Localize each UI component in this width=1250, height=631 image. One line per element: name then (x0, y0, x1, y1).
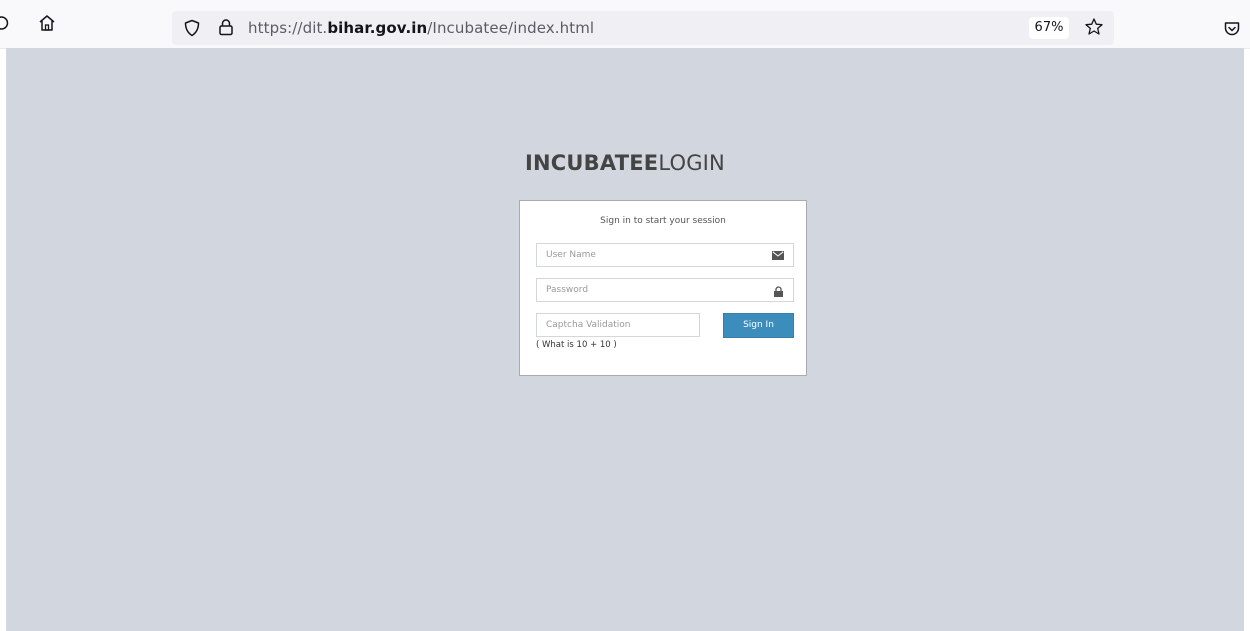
login-title-light: LOGIN (658, 151, 725, 175)
url-prefix: https://dit. (248, 19, 328, 37)
login-box-message: Sign in to start your session (600, 216, 726, 226)
login-title: INCUBATEELOGIN (6, 151, 1244, 175)
username-field[interactable] (536, 243, 794, 267)
padlock-icon (774, 286, 783, 297)
captcha-field[interactable] (536, 313, 700, 337)
login-box: Sign in to start your session Sign In ( … (519, 200, 807, 376)
captcha-question: ( What is 10 + 10 ) (536, 340, 617, 350)
zoom-level-button[interactable]: 67% (1029, 17, 1069, 39)
url-bar[interactable]: https://dit.bihar.gov.in/Incubatee/index… (172, 11, 1114, 45)
pocket-icon[interactable] (1223, 20, 1241, 38)
reload-icon[interactable] (0, 15, 10, 31)
star-icon[interactable] (1084, 17, 1104, 37)
page-viewport: INCUBATEELOGIN Sign in to start your ses… (6, 48, 1244, 631)
lock-icon[interactable] (218, 18, 234, 36)
url-domain: bihar.gov.in (327, 19, 428, 37)
browser-toolbar: https://dit.bihar.gov.in/Incubatee/index… (0, 0, 1250, 49)
captcha-input[interactable] (546, 314, 676, 336)
password-input[interactable] (546, 279, 751, 301)
password-field[interactable] (536, 278, 794, 302)
home-icon[interactable] (38, 14, 56, 32)
url-path: /Incubatee/index.html (427, 19, 595, 37)
login-title-bold: INCUBATEE (525, 151, 659, 175)
shield-icon[interactable] (184, 19, 200, 37)
sign-in-button[interactable]: Sign In (723, 313, 794, 338)
username-input[interactable] (546, 244, 751, 266)
envelope-icon (772, 251, 784, 260)
url-text[interactable]: https://dit.bihar.gov.in/Incubatee/index… (248, 19, 594, 37)
